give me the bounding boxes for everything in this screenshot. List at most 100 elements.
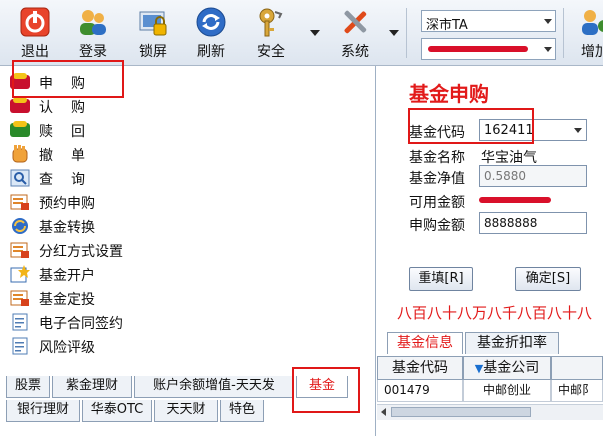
power-icon xyxy=(20,7,50,37)
login-label: 登录 xyxy=(79,44,107,60)
tab-huatai-otc[interactable]: 华泰OTC xyxy=(82,400,152,422)
open-account-icon xyxy=(10,265,30,283)
chevron-down-icon[interactable] xyxy=(574,128,582,133)
amount-in-chinese: 八百八十八万八千八百八十八 xyxy=(397,304,593,322)
menu-item-label: 预约申购 xyxy=(39,196,95,212)
tab-fund-info[interactable]: 基金信息 xyxy=(387,332,463,354)
document-icon xyxy=(12,313,28,331)
menu-item-redeem[interactable]: 赎回 xyxy=(8,118,248,142)
tab-featured[interactable]: 特色 xyxy=(220,400,264,422)
menu-item-e-contract[interactable]: 电子合同签约 xyxy=(8,310,248,334)
system-button[interactable]: 系统 xyxy=(326,4,384,62)
menu-item-open-account[interactable]: 基金开户 xyxy=(8,262,248,286)
menu-item-query[interactable]: 查询 xyxy=(8,166,248,190)
table-cell-fund-company[interactable]: 中邮创业 xyxy=(463,380,551,402)
tab-stocks[interactable]: 股票 xyxy=(6,376,50,398)
function-menu-panel: 申购 认购 赎回 撤单 查询 预约申购 基金转换 分红方式设置 基金开户 基金定… xyxy=(0,66,376,436)
menu-item-subscribe[interactable]: 申购 xyxy=(8,70,248,94)
menu-item-fund-convert[interactable]: 基金转换 xyxy=(8,214,248,238)
security-dropdown-icon[interactable] xyxy=(310,30,320,36)
category-tabs-secondary: 银行理财 华泰OTC 天天财 特色 xyxy=(0,400,376,422)
search-icon xyxy=(10,169,30,187)
menu-item-reserve-subscribe[interactable]: 预约申购 xyxy=(8,190,248,214)
fund-code-input[interactable]: 162411 xyxy=(479,119,587,141)
toolbar-separator xyxy=(406,8,407,58)
system-label: 系统 xyxy=(341,44,369,60)
lock-screen-icon xyxy=(139,11,167,36)
confirm-button[interactable]: 确定[S] xyxy=(515,267,581,291)
fund-nav-label: 基金净值 xyxy=(409,171,465,187)
document-icon xyxy=(12,337,28,355)
fund-name-label: 基金名称 xyxy=(409,150,465,166)
available-amount-label: 可用金额 xyxy=(409,195,465,211)
convert-icon xyxy=(12,218,28,234)
exit-button[interactable]: 退出 xyxy=(6,4,64,62)
fund-code-value: 162411 xyxy=(484,123,534,138)
toolbar: 退出 登录 锁屏 刷新 安全 系统 深市TA 增加 xyxy=(0,0,603,66)
buy-icon xyxy=(10,97,30,113)
tab-bank-finance[interactable]: 银行理财 xyxy=(6,400,80,422)
security-button[interactable]: 安全 xyxy=(242,4,300,62)
sort-desc-icon: ▼ xyxy=(474,362,484,375)
users-icon xyxy=(80,10,106,35)
add-button[interactable]: 增加 xyxy=(566,4,603,62)
login-button[interactable]: 登录 xyxy=(64,4,122,62)
account-select[interactable] xyxy=(421,38,556,60)
menu-item-label: 撤单 xyxy=(39,148,103,164)
add-label: 增加 xyxy=(581,44,603,60)
system-dropdown-icon[interactable] xyxy=(389,30,399,36)
menu-item-purchase[interactable]: 认购 xyxy=(8,94,248,118)
chevron-down-icon xyxy=(544,47,552,52)
refresh-icon xyxy=(196,7,226,37)
tab-zijin-finance[interactable]: 紫金理财 xyxy=(52,376,132,398)
form-icon xyxy=(10,290,29,306)
table-cell-fund-code[interactable]: 001479 xyxy=(377,380,463,402)
key-icon xyxy=(259,8,283,37)
menu-item-label: 分红方式设置 xyxy=(39,244,123,260)
tab-fund[interactable]: 基金 xyxy=(296,376,348,398)
scroll-left-icon[interactable] xyxy=(381,408,386,416)
reset-button[interactable]: 重填[R] xyxy=(409,267,473,291)
table-cell-extra[interactable]: 中邮阝 xyxy=(551,380,603,402)
sell-icon xyxy=(10,121,30,137)
tab-balance-tiantianfa[interactable]: 账户余额增值-天天发 xyxy=(134,376,294,398)
tab-tiantiancai[interactable]: 天天财 xyxy=(154,400,218,422)
menu-item-label: 查询 xyxy=(39,172,103,188)
buy-icon xyxy=(10,73,30,89)
tab-fund-discount[interactable]: 基金折扣率 xyxy=(465,332,559,354)
menu-item-dividend-setting[interactable]: 分红方式设置 xyxy=(8,238,248,262)
horizontal-scrollbar[interactable] xyxy=(377,404,603,420)
page-title: 基金申购 xyxy=(409,82,489,106)
menu-item-cancel-order[interactable]: 撤单 xyxy=(8,142,248,166)
lock-screen-button[interactable]: 锁屏 xyxy=(124,4,182,62)
fund-name-value: 华宝油气 xyxy=(481,150,537,166)
menu-item-label: 赎回 xyxy=(39,124,103,140)
fund-code-label: 基金代码 xyxy=(409,125,465,141)
column-header-extra[interactable] xyxy=(551,356,603,380)
menu-item-label: 基金定投 xyxy=(39,292,95,308)
fund-subscribe-form: 基金申购 基金代码 162411 基金名称 华宝油气 基金净值 0.5880 可… xyxy=(377,66,603,436)
market-select[interactable]: 深市TA xyxy=(421,10,556,33)
menu-item-risk-rating[interactable]: 风险评级 xyxy=(8,334,248,358)
refresh-button[interactable]: 刷新 xyxy=(182,4,240,62)
available-amount-redaction xyxy=(479,197,551,203)
refresh-label: 刷新 xyxy=(197,44,225,60)
category-tabs: 股票 紫金理财 账户余额增值-天天发 基金 xyxy=(0,376,376,398)
menu-item-fixed-investment[interactable]: 基金定投 xyxy=(8,286,248,310)
column-header-fund-company[interactable]: ▼基金公司 xyxy=(463,356,551,380)
tools-icon xyxy=(344,10,367,34)
menu-item-label: 申购 xyxy=(39,76,103,92)
form-icon xyxy=(10,242,29,258)
menu-item-label: 风险评级 xyxy=(39,340,95,356)
scrollbar-thumb[interactable] xyxy=(391,407,531,417)
menu-item-label: 电子合同签约 xyxy=(39,316,123,332)
cancel-hand-icon xyxy=(12,145,28,163)
subscribe-amount-input[interactable]: 8888888 xyxy=(479,212,587,234)
menu-item-label: 认购 xyxy=(39,100,103,116)
chevron-down-icon xyxy=(544,19,552,24)
fund-nav-field: 0.5880 xyxy=(479,165,587,187)
column-header-fund-code[interactable]: 基金代码 xyxy=(377,356,463,380)
form-icon xyxy=(10,194,29,210)
market-select-value: 深市TA xyxy=(426,18,468,33)
menu-item-label: 基金开户 xyxy=(39,268,95,284)
